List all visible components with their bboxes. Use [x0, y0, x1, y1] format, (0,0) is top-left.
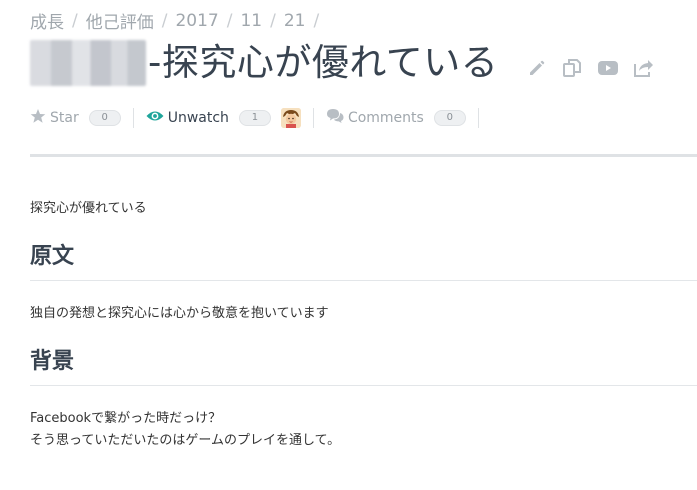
section-divider: [30, 280, 697, 281]
page-body: 探究心が優れている 原文 独自の発想と探究心には心から敬意を抱いています 背景 …: [30, 198, 697, 452]
breadcrumb-separator: /: [72, 10, 78, 31]
slideshow-icon[interactable]: [598, 60, 619, 76]
breadcrumb-item-category[interactable]: 成長: [30, 8, 64, 33]
breadcrumb-separator: /: [161, 10, 168, 31]
page-title: -探究心が優れている: [148, 41, 499, 84]
divider: [312, 108, 314, 128]
breadcrumb-item-year[interactable]: 2017: [175, 11, 218, 31]
star-count-badge: 0: [88, 110, 121, 126]
breadcrumb-separator: /: [270, 10, 276, 31]
star-button[interactable]: Star 0: [30, 108, 121, 128]
comments-count-badge: 0: [433, 110, 466, 126]
background-line-1: Facebookで繋がった時だっけ？: [30, 411, 222, 426]
unwatch-button[interactable]: Unwatch 1: [146, 108, 301, 128]
section-heading-background: 背景: [30, 349, 75, 374]
watch-count-badge: 1: [238, 110, 271, 126]
breadcrumb-item-subcategory[interactable]: 他己評価: [86, 8, 154, 33]
page: 成長 / 他己評価 / 2017 / 11 / 21 / -探究心が優れている: [0, 0, 697, 490]
pencil-icon[interactable]: [528, 59, 546, 77]
header-divider: [30, 154, 697, 157]
star-icon: [30, 108, 46, 128]
star-label: Star: [50, 110, 79, 126]
divider: [132, 108, 134, 128]
share-icon[interactable]: [634, 59, 654, 77]
breadcrumb-item-month[interactable]: 11: [240, 11, 262, 31]
avatar[interactable]: [280, 108, 301, 128]
eye-icon: [146, 109, 164, 127]
comments-button[interactable]: Comments 0: [326, 108, 466, 128]
breadcrumb-item-day[interactable]: 21: [284, 11, 306, 31]
background-line-2: そう思っていただいたのはゲームのプレイを通して。: [30, 433, 341, 448]
comments-label: Comments: [347, 110, 424, 126]
unwatch-label: Unwatch: [167, 110, 229, 126]
breadcrumb: 成長 / 他己評価 / 2017 / 11 / 21 /: [30, 8, 320, 34]
breadcrumb-separator: /: [226, 10, 233, 31]
section-divider: [30, 385, 697, 386]
section-original-text: 独自の発想と探究心には心から敬意を抱いています: [30, 306, 329, 321]
title-actions: [528, 48, 654, 78]
copy-icon[interactable]: [562, 58, 582, 78]
comments-icon: [326, 108, 344, 128]
intro-paragraph: 探究心が優れている: [30, 201, 147, 216]
breadcrumb-separator: /: [313, 10, 320, 31]
section-heading-original: 原文: [30, 244, 75, 269]
redacted-name: [30, 40, 146, 86]
divider: [477, 108, 479, 128]
page-title-row: -探究心が優れている: [30, 40, 697, 86]
meta-bar: Star 0 Unwatch 1 Comments 0: [30, 108, 491, 128]
